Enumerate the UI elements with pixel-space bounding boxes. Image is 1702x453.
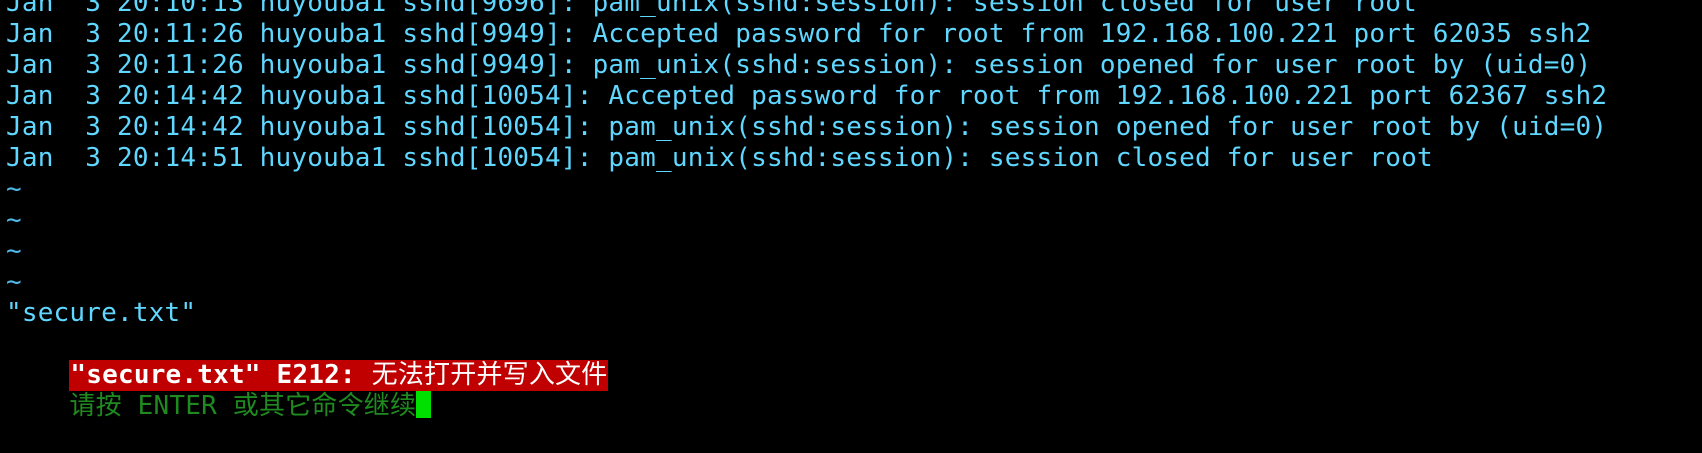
- log-line: Jan 3 20:14:51 huyouba1 sshd[10054]: pam…: [6, 143, 1433, 173]
- vim-terminal[interactable]: Jan 3 20:10:13 huyouba1 sshd[9696]: pam_…: [0, 0, 1702, 421]
- empty-line-marker: ~: [6, 267, 22, 297]
- log-line: Jan 3 20:10:13 huyouba1 sshd[9696]: pam_…: [6, 0, 1417, 18]
- log-line: Jan 3 20:11:26 huyouba1 sshd[9949]: Acce…: [6, 19, 1592, 49]
- empty-line-marker: ~: [6, 174, 22, 204]
- error-description: 无法打开并写入文件: [371, 360, 608, 390]
- empty-line-marker: ~: [6, 205, 22, 235]
- log-line: Jan 3 20:14:42 huyouba1 sshd[10054]: pam…: [6, 112, 1608, 142]
- empty-line-marker: ~: [6, 236, 22, 266]
- continue-prompt: 请按 ENTER 或其它命令继续: [69, 391, 417, 421]
- text-cursor: [416, 391, 432, 418]
- log-line: Jan 3 20:14:42 huyouba1 sshd[10054]: Acc…: [6, 81, 1608, 111]
- log-line: Jan 3 20:11:26 huyouba1 sshd[9949]: pam_…: [6, 50, 1592, 80]
- error-code: "secure.txt" E212:: [70, 360, 372, 390]
- filename-message: "secure.txt": [6, 298, 197, 328]
- error-message: "secure.txt" E212: 无法打开并写入文件: [69, 360, 609, 391]
- error-line: "secure.txt" E212: 无法打开并写入文件: [6, 329, 1702, 391]
